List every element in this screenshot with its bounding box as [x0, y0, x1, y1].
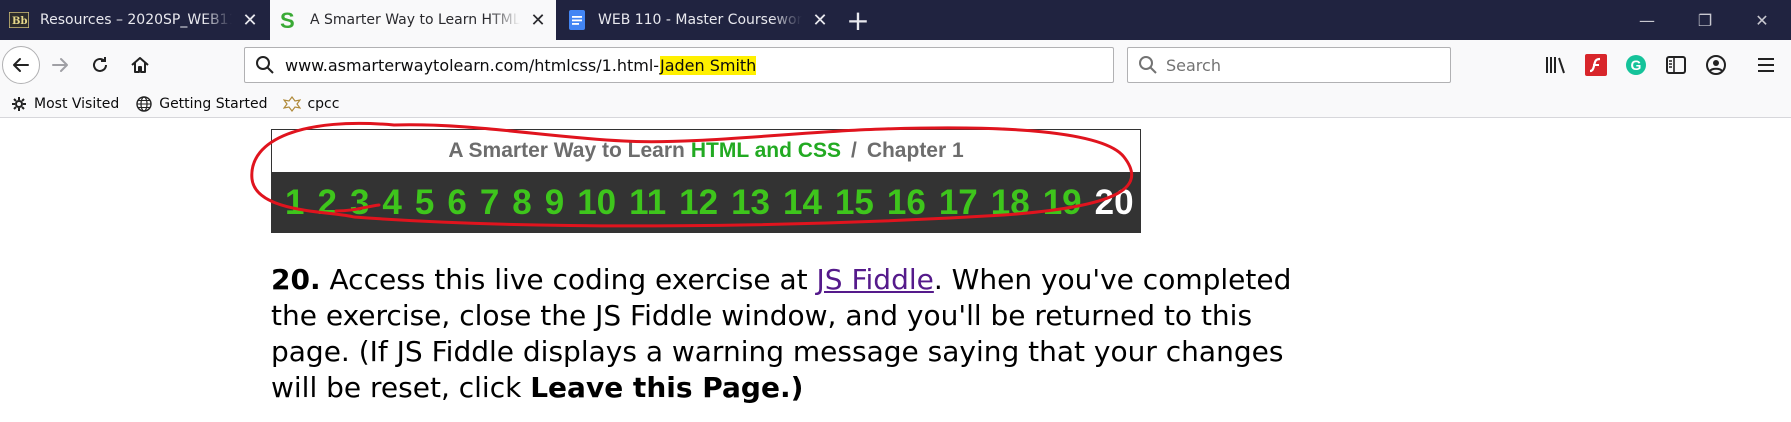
- search-icon: [1139, 56, 1157, 74]
- leave-page-text: Leave this Page.): [530, 371, 804, 404]
- js-fiddle-link[interactable]: JS Fiddle: [817, 263, 934, 296]
- svg-text:G: G: [1631, 57, 1642, 73]
- tab-title: Resources – 2020SP_WEB110_0: [40, 12, 232, 28]
- exercise-link-4[interactable]: 4: [382, 183, 401, 223]
- banner-title-prefix: A Smarter Way to Learn: [448, 139, 685, 162]
- grammarly-icon[interactable]: G: [1622, 51, 1650, 79]
- exercise-link-16[interactable]: 16: [887, 183, 926, 223]
- cpcc-icon: [283, 95, 302, 113]
- forward-arrow-icon: [52, 58, 68, 72]
- bookmark-cpcc[interactable]: cpcc: [283, 95, 339, 113]
- close-icon[interactable]: ✕: [238, 8, 262, 32]
- exercise-text-1: Access this live coding exercise at: [320, 263, 817, 296]
- bookmarks-toolbar: Most Visited Getting Started cpcc: [0, 90, 1791, 118]
- exercise-link-10[interactable]: 10: [577, 183, 616, 223]
- address-bar[interactable]: www.asmarterwaytolearn.com/htmlcss/1.htm…: [244, 47, 1114, 83]
- tab-title: WEB 110 - Master Coursework: [598, 12, 802, 28]
- forward-button[interactable]: [42, 47, 78, 83]
- banner-title: A Smarter Way to Learn HTML and CSS / Ch…: [272, 130, 1140, 172]
- exercise-instructions: 20. Access this live coding exercise at …: [271, 262, 1311, 406]
- exercise-link-9[interactable]: 9: [545, 183, 564, 223]
- page-content: A Smarter Way to Learn HTML and CSS / Ch…: [0, 119, 1791, 422]
- exercise-link-2[interactable]: 2: [317, 183, 336, 223]
- gear-icon: [10, 95, 28, 113]
- exercise-link-3[interactable]: 3: [350, 183, 369, 223]
- chapter-banner: A Smarter Way to Learn HTML and CSS / Ch…: [271, 129, 1141, 233]
- blackboard-icon: Bb: [8, 9, 30, 31]
- exercise-link-12[interactable]: 12: [679, 183, 718, 223]
- search-input[interactable]: Search: [1127, 47, 1451, 83]
- exercise-number-nav: 1 2 3 4 5 6 7 8 9 10 11 12 13 14 15 16 17 18 19 20: [272, 172, 1140, 233]
- exercise-link-14[interactable]: 14: [783, 183, 822, 223]
- exercise-link-7[interactable]: 7: [480, 183, 499, 223]
- exercise-link-1[interactable]: 1: [285, 183, 304, 223]
- exercise-link-15[interactable]: 15: [835, 183, 874, 223]
- banner-chapter: Chapter 1: [866, 139, 964, 162]
- globe-icon: [135, 95, 153, 113]
- exercise-link-13[interactable]: 13: [731, 183, 770, 223]
- hamburger-menu-icon[interactable]: [1752, 51, 1780, 79]
- smarter-way-icon: S: [278, 9, 300, 31]
- tab-title: A Smarter Way to Learn HTML &: [310, 12, 520, 28]
- home-button[interactable]: [122, 47, 158, 83]
- reload-icon: [93, 57, 107, 72]
- back-button[interactable]: [2, 46, 40, 84]
- minimize-button[interactable]: —: [1618, 0, 1676, 40]
- exercise-link-8[interactable]: 8: [512, 183, 531, 223]
- bookmark-label: Most Visited: [34, 95, 120, 112]
- home-icon: [131, 57, 149, 73]
- exercise-number: 20.: [271, 263, 321, 296]
- search-placeholder: Search: [1166, 55, 1221, 75]
- svg-text:S: S: [280, 9, 295, 31]
- svg-text:Bb: Bb: [12, 16, 27, 27]
- flash-icon[interactable]: [1582, 51, 1610, 79]
- tab-smarter-way[interactable]: S A Smarter Way to Learn HTML & ✕: [270, 0, 556, 40]
- bookmark-most-visited[interactable]: Most Visited: [10, 95, 119, 113]
- exercise-link-19[interactable]: 19: [1043, 183, 1082, 223]
- account-icon[interactable]: [1702, 51, 1730, 79]
- bookmark-getting-started[interactable]: Getting Started: [135, 95, 267, 113]
- sidebar-icon[interactable]: [1662, 51, 1690, 79]
- banner-title-highlight: HTML and CSS: [690, 139, 841, 162]
- google-docs-icon: [566, 9, 588, 31]
- bookmark-label: cpcc: [307, 95, 340, 112]
- tab-web110-coursework[interactable]: WEB 110 - Master Coursework ✕: [558, 0, 838, 40]
- new-tab-button[interactable]: +: [842, 4, 874, 37]
- url-highlight: Jaden Smith: [659, 55, 757, 75]
- navigation-toolbar: www.asmarterwaytolearn.com/htmlcss/1.htm…: [0, 40, 1791, 90]
- tab-resources[interactable]: Bb Resources – 2020SP_WEB110_0 ✕: [0, 0, 268, 40]
- exercise-link-18[interactable]: 18: [991, 183, 1030, 223]
- exercise-link-20[interactable]: 20: [1095, 183, 1134, 223]
- reload-button[interactable]: [82, 47, 118, 83]
- exercise-link-6[interactable]: 6: [447, 183, 466, 223]
- exercise-link-11[interactable]: 11: [629, 183, 666, 223]
- close-icon[interactable]: ✕: [808, 8, 832, 32]
- close-window-button[interactable]: ✕: [1733, 0, 1791, 40]
- library-icon[interactable]: [1542, 51, 1570, 79]
- bookmark-label: Getting Started: [159, 95, 268, 112]
- exercise-link-5[interactable]: 5: [415, 183, 434, 223]
- close-icon[interactable]: ✕: [526, 8, 550, 32]
- exercise-link-17[interactable]: 17: [939, 183, 978, 223]
- banner-title-separator: /: [850, 139, 857, 162]
- search-icon: [256, 56, 274, 74]
- url-text: www.asmarterwaytolearn.com/htmlcss/1.htm…: [285, 55, 757, 75]
- back-arrow-icon: [13, 58, 29, 72]
- restore-button[interactable]: ❐: [1676, 0, 1734, 40]
- tab-strip: Bb Resources – 2020SP_WEB110_0 ✕ S A Sma…: [0, 0, 1791, 40]
